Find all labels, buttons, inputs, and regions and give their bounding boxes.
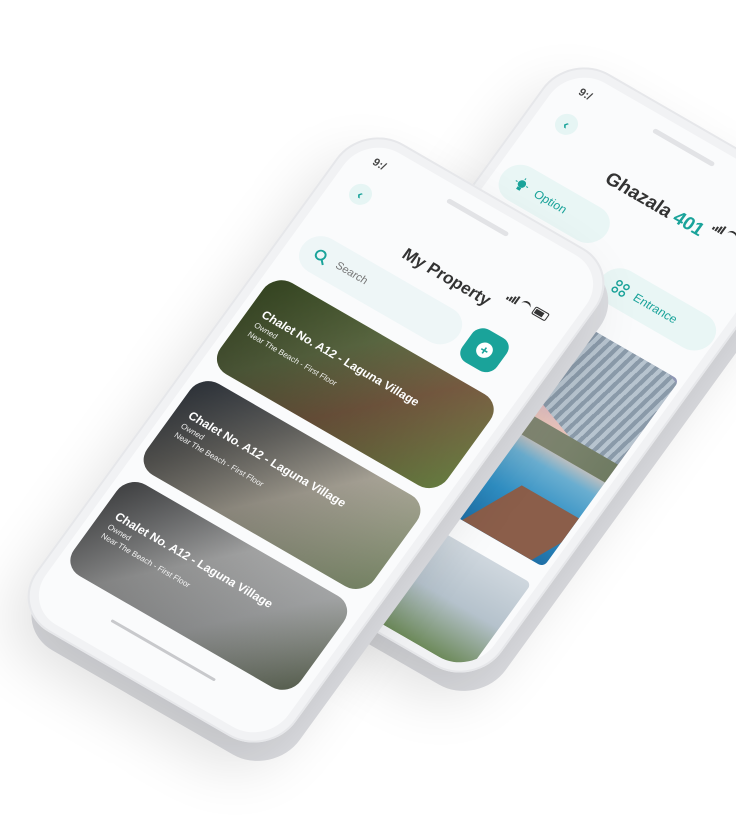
- status-time: 9:/: [575, 86, 595, 103]
- property-number: 401: [668, 207, 709, 241]
- chevron-left-icon: ‹: [559, 116, 574, 133]
- back-button[interactable]: ‹: [344, 179, 377, 209]
- speaker-notch: [445, 197, 510, 238]
- chevron-left-icon: ‹: [353, 186, 368, 203]
- mockup-stage: 9:/ ‹ Ghazala 401 Option Hoor: [0, 0, 736, 840]
- search-icon: [315, 249, 327, 265]
- plus-icon: +: [472, 339, 497, 361]
- bulb-icon: [515, 178, 529, 191]
- option-label: Option: [531, 187, 570, 217]
- entrance-label: Entrance: [630, 290, 681, 327]
- entrance-icon: [611, 280, 630, 297]
- property-name: Ghazala: [600, 168, 677, 223]
- add-property-button[interactable]: +: [455, 323, 514, 377]
- status-time: 9:/: [369, 156, 389, 173]
- speaker-notch: [651, 127, 716, 168]
- pool-deck: [462, 485, 592, 561]
- back-button[interactable]: ‹: [550, 109, 583, 139]
